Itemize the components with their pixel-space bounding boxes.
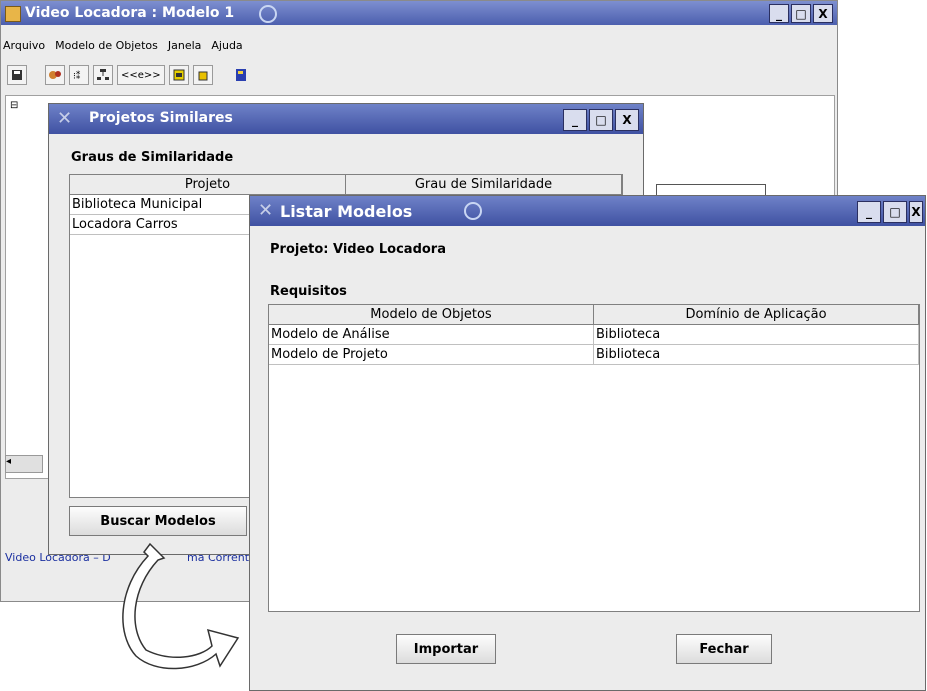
close-button[interactable]: X [909, 201, 923, 223]
app-icon [5, 6, 21, 22]
swirl-icon [464, 202, 482, 220]
close-button[interactable]: X [813, 4, 833, 23]
menu-modelo-de-objetos[interactable]: Modelo de Objetos [55, 39, 158, 52]
scroll-left-button[interactable]: ◂ [5, 455, 43, 473]
menu-arquivo[interactable]: Arquivo [3, 39, 45, 52]
close-button[interactable]: X [615, 109, 639, 131]
table-cell: Biblioteca [594, 325, 919, 344]
modelos-table: Modelo de Objetos Domínio de Aplicação M… [268, 304, 920, 612]
book-icon[interactable] [231, 65, 251, 85]
swirl-icon [259, 5, 277, 23]
graus-heading: Graus de Similaridade [71, 150, 234, 165]
buscar-modelos-button[interactable]: Buscar Modelos [69, 506, 247, 536]
minimize-button[interactable]: _ [769, 4, 789, 23]
package-icon[interactable] [192, 65, 213, 85]
minimize-button[interactable]: _ [563, 109, 587, 131]
column-header-modelo[interactable]: Modelo de Objetos [269, 305, 594, 324]
importar-button[interactable]: Importar [396, 634, 496, 664]
listar-modelos-titlebar[interactable]: ✕ Listar Modelos _ □ X [250, 196, 925, 226]
fechar-button[interactable]: Fechar [676, 634, 772, 664]
projeto-label: Projeto: Video Locadora [270, 242, 446, 257]
main-titlebar[interactable]: Video Locadora : Modelo 1 _ □ X [1, 1, 837, 25]
x-logo-icon: ✕ [258, 200, 274, 221]
maximize-button[interactable]: □ [589, 109, 613, 131]
attributes-icon[interactable]: ⁝⁑ [69, 65, 89, 85]
table-cell: Modelo de Projeto [269, 345, 594, 364]
main-window-title: Video Locadora : Modelo 1 [25, 5, 235, 21]
listar-modelos-dialog: ✕ Listar Modelos _ □ X Projeto: Video Lo… [249, 195, 926, 691]
column-header-grau[interactable]: Grau de Similaridade [346, 175, 622, 194]
maximize-button[interactable]: □ [791, 4, 811, 23]
class-icon[interactable] [168, 65, 189, 85]
svg-text:⁝⁑: ⁝⁑ [73, 70, 81, 81]
tree-expand-icon[interactable]: ⊟ [10, 100, 18, 111]
hierarchy-icon[interactable] [93, 65, 113, 85]
table-cell: Biblioteca [594, 345, 919, 364]
listar-modelos-title: Listar Modelos [280, 202, 413, 221]
table-row[interactable]: Modelo de Projeto Biblioteca [269, 345, 919, 365]
column-header-dominio[interactable]: Domínio de Aplicação [594, 305, 919, 324]
menu-janela[interactable]: Janela [168, 39, 202, 52]
toolbar: ⁝⁑ <<e>> [7, 65, 251, 85]
minimize-button[interactable]: _ [857, 201, 881, 223]
menu-ajuda[interactable]: Ajuda [211, 39, 242, 52]
x-logo-icon: ✕ [57, 108, 73, 129]
save-icon[interactable] [7, 65, 27, 85]
curved-arrow-icon [122, 542, 240, 670]
requisitos-label: Requisitos [270, 284, 347, 299]
column-header-projeto[interactable]: Projeto [70, 175, 346, 194]
maximize-button[interactable]: □ [883, 201, 907, 223]
stereotype-button[interactable]: <<e>> [117, 65, 165, 85]
projetos-similares-title: Projetos Similares [89, 110, 233, 126]
table-row[interactable]: Modelo de Análise Biblioteca [269, 325, 919, 345]
projetos-similares-titlebar[interactable]: ✕ Projetos Similares _ □ X [49, 104, 643, 134]
objects-icon[interactable] [45, 65, 65, 85]
table-cell: Modelo de Análise [269, 325, 594, 344]
menu-bar: Arquivo Modelo de Objetos Janela Ajuda [3, 39, 243, 52]
